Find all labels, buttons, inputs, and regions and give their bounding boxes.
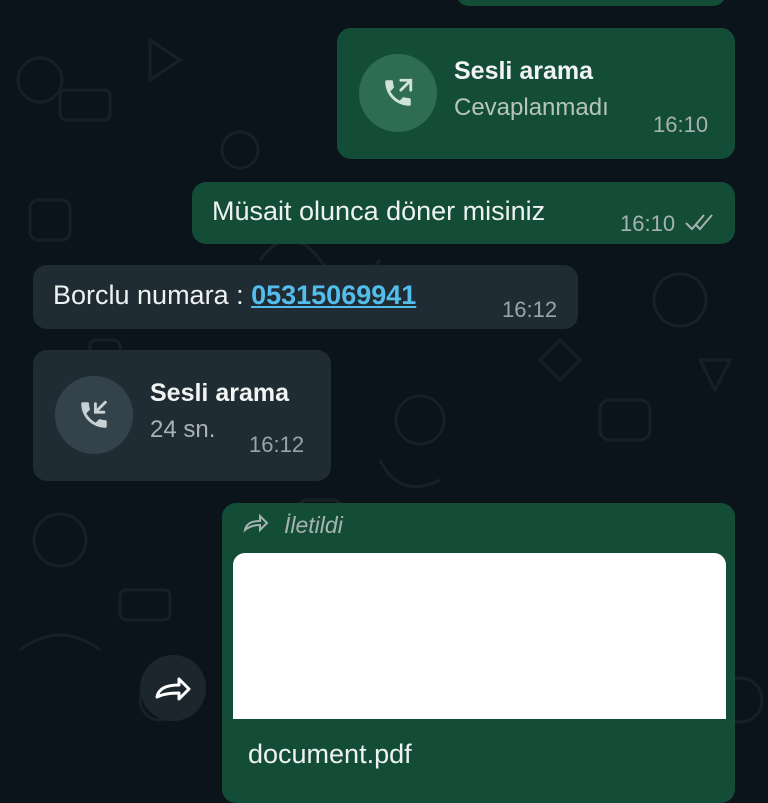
previous-message-bubble <box>456 0 726 6</box>
message-text: Borclu numara : 05315069941 <box>53 280 416 311</box>
document-file-name[interactable]: document.pdf <box>248 739 412 770</box>
forwarded-document-bubble[interactable]: İletildi document.pdf <box>222 503 735 803</box>
outgoing-call-bubble[interactable]: Sesli arama Cevaplanmadı 16:10 <box>337 28 735 159</box>
message-time: 16:10 <box>653 112 709 137</box>
outgoing-call-icon <box>359 54 437 132</box>
call-status: Cevaplanmadı <box>454 94 609 121</box>
message-time: 16:12 <box>249 432 305 457</box>
incoming-text-bubble[interactable]: Borclu numara : 05315069941 16:12 <box>33 265 578 329</box>
call-title: Sesli arama <box>150 379 289 407</box>
forward-button[interactable] <box>140 655 206 721</box>
document-preview[interactable] <box>233 553 726 719</box>
incoming-call-icon <box>55 376 133 454</box>
call-title: Sesli arama <box>454 57 593 85</box>
forwarded-label: İletildi <box>284 512 343 538</box>
double-check-icon <box>685 214 713 231</box>
forwarded-icon <box>243 513 269 533</box>
message-time: 16:12 <box>502 297 558 322</box>
phone-number-link[interactable]: 05315069941 <box>251 280 416 310</box>
call-duration: 24 sn. <box>150 416 216 443</box>
message-prefix: Borclu numara : <box>53 280 252 310</box>
message-time: 16:10 <box>620 211 676 236</box>
share-arrow-icon <box>155 677 191 701</box>
outgoing-text-bubble[interactable]: Müsait olunca döner misiniz 16:10 <box>192 182 735 244</box>
message-text: Müsait olunca döner misiniz <box>212 196 546 226</box>
incoming-call-bubble[interactable]: Sesli arama 24 sn. 16:12 <box>33 350 331 481</box>
